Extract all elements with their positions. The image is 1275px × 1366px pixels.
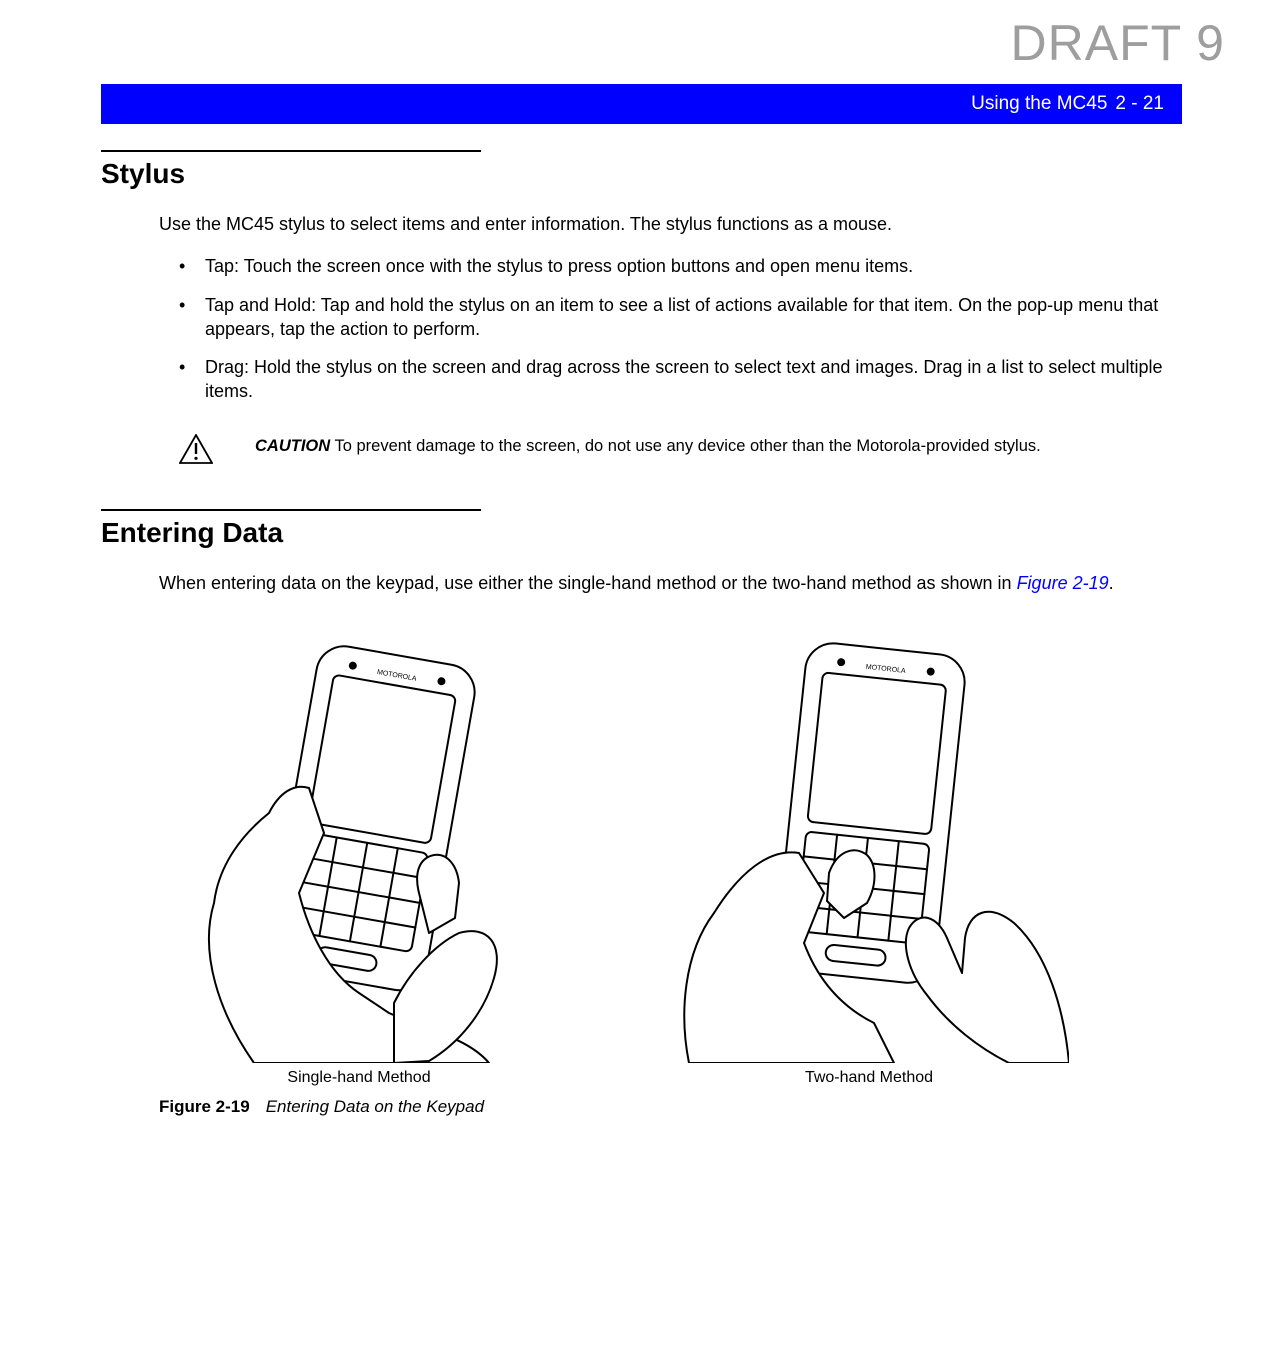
single-hand-illustration: MOTOROLA bbox=[159, 633, 559, 1063]
header-title: Using the MC45 bbox=[971, 93, 1107, 115]
section-rule-1 bbox=[101, 150, 481, 152]
header-page-number: 2 - 21 bbox=[1115, 93, 1164, 115]
two-hand-illustration: MOTOROLA bbox=[669, 633, 1069, 1063]
figure-area: MOTOROLA Single-hand Method bbox=[159, 633, 1159, 1117]
figure-caption-title: Entering Data on the Keypad bbox=[266, 1097, 484, 1116]
watermark-text: DRAFT 9 bbox=[1011, 14, 1225, 72]
figure-label-two-hand: Two-hand Method bbox=[805, 1069, 933, 1087]
caution-label: CAUTION bbox=[255, 437, 330, 455]
bullet-tap: Tap: Touch the screen once with the styl… bbox=[179, 254, 1182, 278]
figure-caption-number: Figure 2-19 bbox=[159, 1097, 250, 1116]
figure-crossref[interactable]: Figure 2-19 bbox=[1017, 573, 1109, 593]
figure-label-single-hand: Single-hand Method bbox=[287, 1069, 430, 1087]
caution-block: CAUTION To prevent damage to the screen,… bbox=[179, 436, 1182, 469]
caution-icon bbox=[179, 434, 215, 469]
page-header-bar: Using the MC45 2 - 21 bbox=[101, 84, 1182, 124]
stylus-intro: Use the MC45 stylus to select items and … bbox=[159, 212, 1182, 236]
entering-data-intro: When entering data on the keypad, use ei… bbox=[159, 571, 1182, 595]
figure-caption: Figure 2-19 Entering Data on the Keypad bbox=[159, 1097, 1159, 1117]
intro-post: . bbox=[1109, 573, 1114, 593]
bullet-drag: Drag: Hold the stylus on the screen and … bbox=[179, 355, 1182, 404]
caution-body: To prevent damage to the screen, do not … bbox=[330, 437, 1041, 455]
intro-pre: When entering data on the keypad, use ei… bbox=[159, 573, 1017, 593]
section-title-entering-data: Entering Data bbox=[101, 517, 1182, 549]
content-area: Stylus Use the MC45 stylus to select ite… bbox=[101, 150, 1182, 1117]
section-rule-2 bbox=[101, 509, 481, 511]
bullet-tap-hold: Tap and Hold: Tap and hold the stylus on… bbox=[179, 293, 1182, 342]
figure-row: MOTOROLA Single-hand Method bbox=[159, 633, 1159, 1087]
figure-single-hand: MOTOROLA Single-hand Method bbox=[159, 633, 559, 1087]
stylus-bullet-list: Tap: Touch the screen once with the styl… bbox=[179, 254, 1182, 403]
page: DRAFT 9 Using the MC45 2 - 21 Stylus Use… bbox=[0, 0, 1275, 1366]
caution-text: CAUTION To prevent damage to the screen,… bbox=[255, 436, 1041, 457]
section-title-stylus: Stylus bbox=[101, 158, 1182, 190]
figure-two-hand: MOTOROLA Two-hand Method bbox=[669, 633, 1069, 1087]
